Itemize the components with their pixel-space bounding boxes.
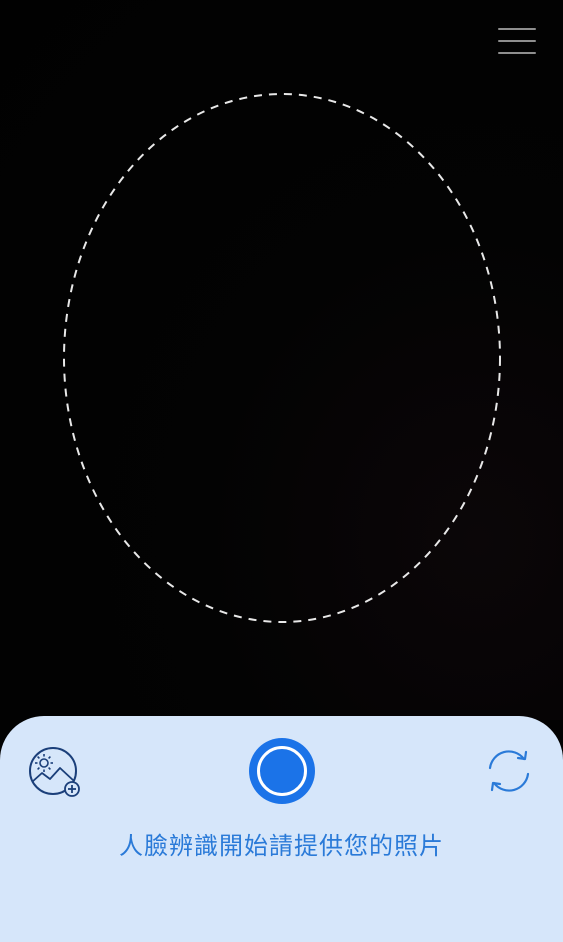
image-add-icon bbox=[29, 747, 80, 797]
refresh-arrows-icon bbox=[488, 750, 530, 792]
hamburger-menu-icon bbox=[498, 28, 536, 30]
switch-camera-button[interactable] bbox=[482, 746, 536, 796]
camera-preview bbox=[0, 0, 563, 720]
face-guide-oval bbox=[63, 93, 501, 623]
gallery-button[interactable] bbox=[28, 746, 84, 802]
hamburger-menu-icon-bar bbox=[498, 52, 536, 54]
hamburger-menu-icon-bar bbox=[498, 40, 536, 42]
shutter-circle-icon bbox=[257, 746, 307, 796]
instruction-text: 人臉辨識開始請提供您的照片 bbox=[119, 832, 444, 860]
face-recognition-screen: 人臉辨識開始請提供您的照片 bbox=[0, 0, 563, 942]
menu-button[interactable] bbox=[496, 26, 538, 56]
shutter-button[interactable] bbox=[249, 738, 315, 804]
bottom-control-panel: 人臉辨識開始請提供您的照片 bbox=[0, 716, 563, 942]
